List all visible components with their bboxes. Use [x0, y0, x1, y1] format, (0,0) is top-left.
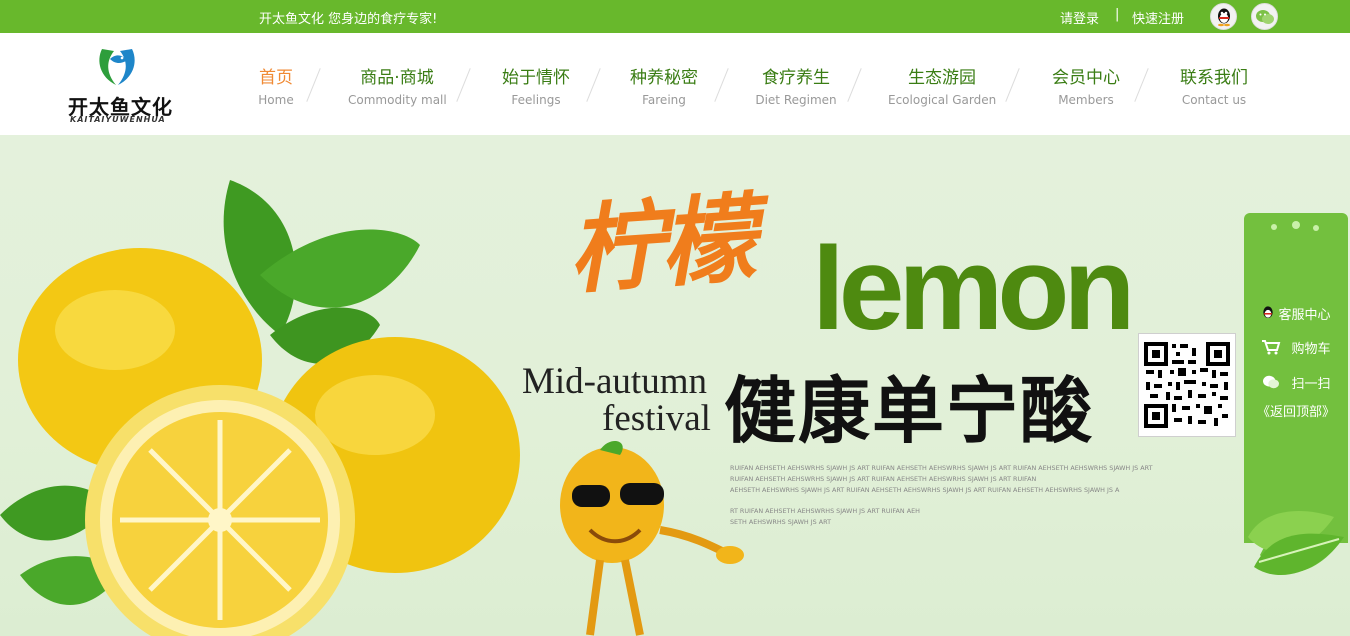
top-bar: 开太鱼文化 您身边的食疗专家! 请登录 | 快速注册 [0, 0, 1350, 33]
banner-festival: festival [602, 398, 711, 439]
qr-code-icon [1142, 340, 1232, 430]
nav-members-sublabel: Members [1058, 93, 1114, 107]
back-to-top-link[interactable]: 《返回顶部》 [1244, 399, 1348, 421]
cart-icon [1261, 339, 1281, 355]
wechat-icon[interactable] [1251, 3, 1278, 30]
site-slogan: 开太鱼文化 您身边的食疗专家! [259, 12, 438, 27]
customer-service-link[interactable]: 客服中心 [1244, 301, 1348, 325]
register-link[interactable]: 快速注册 [1132, 8, 1184, 27]
nav-commodity-mall[interactable]: 商品·商城 Commodity mall [348, 63, 447, 107]
filler-line: AEHSETH AEHSWRHS SJAWH JS ART RUIFAN AEH… [730, 486, 1120, 494]
nav-fareing-label: 种养秘密 [630, 68, 698, 88]
nav-members[interactable]: 会员中心 Members [1046, 63, 1126, 107]
filler-line: RT RUIFAN AEHSETH AEHSWRHS SJAWH JS ART … [730, 507, 920, 515]
filler-line: SETH AEHSWRHS SJAWH JS ART [730, 518, 831, 526]
site-logo[interactable]: 开太鱼文化 KAITAIYUWENHUA [68, 43, 188, 127]
nav-members-label: 会员中心 [1052, 68, 1120, 88]
qr-code-popup [1138, 333, 1236, 437]
nav-garden-sublabel: Ecological Garden [888, 93, 997, 107]
nav-commodity-label: 商品·商城 [360, 68, 434, 88]
nav-home-label: 首页 [259, 68, 293, 88]
nav-divider [456, 68, 471, 102]
cart-label: 购物车 [1291, 341, 1331, 357]
nav-contact-label: 联系我们 [1180, 68, 1248, 88]
nav-fareing[interactable]: 种养秘密 Fareing [624, 63, 704, 107]
topbar-separator: | [1115, 7, 1120, 22]
qq-icon [1261, 305, 1275, 321]
wechat-icon [1261, 374, 1281, 390]
nav-feelings-sublabel: Feelings [511, 93, 561, 107]
fish-logo-icon [99, 49, 135, 85]
leaves-decoration [1248, 511, 1344, 576]
nav-feelings-label: 始于情怀 [502, 68, 570, 88]
scan-label: 扫一扫 [1291, 376, 1331, 392]
nav-contact-sublabel: Contact us [1181, 93, 1247, 107]
filler-gap [730, 496, 1190, 506]
nav-divider [586, 68, 601, 102]
banner-health-text: 健康单宁酸 [724, 369, 1095, 453]
qq-icon[interactable] [1210, 3, 1237, 30]
cart-link[interactable]: 购物车 [1244, 335, 1348, 359]
banner-filler-text: RUIFAN AEHSETH AEHSWRHS SJAWH JS ART RUI… [730, 463, 1190, 528]
nav-garden-label: 生态游园 [908, 68, 976, 88]
banner-mid-autumn: Mid-autumn [522, 361, 707, 402]
nav-home[interactable]: 首页 Home [256, 63, 296, 107]
nav-diet-label: 食疗养生 [762, 68, 830, 88]
nav-fareing-sublabel: Fareing [642, 93, 686, 107]
nav-ecological-garden[interactable]: 生态游园 Ecological Garden [888, 63, 996, 107]
scan-link[interactable]: 扫一扫 [1244, 370, 1348, 394]
back-to-top-label: 《返回顶部》 [1256, 404, 1335, 420]
nav-contact-us[interactable]: 联系我们 Contact us [1174, 63, 1254, 107]
customer-service-label: 客服中心 [1278, 307, 1331, 323]
nav-divider [1005, 68, 1020, 102]
nav-divider [847, 68, 862, 102]
float-service-panel: 客服中心 购物车 扫一扫 《返回顶部》 [1138, 213, 1348, 585]
water-drops-decoration [1271, 221, 1319, 231]
nav-feelings[interactable]: 始于情怀 Feelings [496, 63, 576, 107]
banner-lemon-word: lemon [812, 223, 1135, 355]
nav-commodity-sublabel: Commodity mall [348, 93, 447, 107]
nav-home-sublabel: Home [258, 93, 294, 107]
logo-text-en: KAITAIYUWENHUA [70, 115, 166, 124]
nav-divider [1134, 68, 1149, 102]
filler-line: RUIFAN AEHSETH AEHSWRHS SJAWH JS ART RUI… [730, 464, 1153, 472]
filler-line: RUIFAN AEHSETH AEHSWRHS SJAWH JS ART RUI… [730, 475, 1037, 483]
nav-divider [714, 68, 729, 102]
banner-lemon-cn: 柠檬 [564, 181, 756, 308]
nav-diet-regimen[interactable]: 食疗养生 Diet Regimen [752, 63, 840, 107]
login-link[interactable]: 请登录 [1060, 8, 1099, 27]
nav-diet-sublabel: Diet Regimen [755, 93, 837, 107]
nav-divider [306, 68, 321, 102]
site-header: 开太鱼文化 KAITAIYUWENHUA 首页 Home 商品·商城 Commo… [0, 33, 1350, 135]
